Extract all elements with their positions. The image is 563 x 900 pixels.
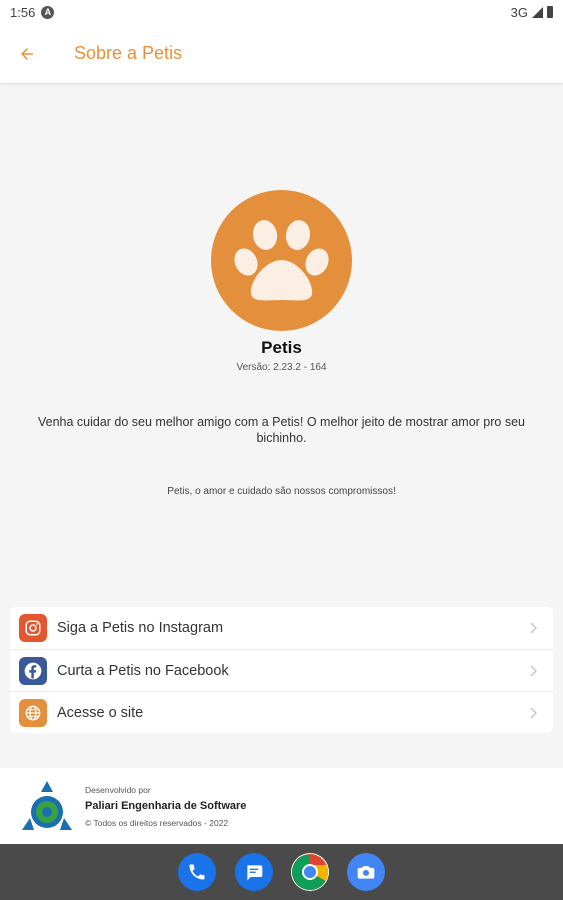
network-type: 3G xyxy=(510,4,528,20)
facebook-link[interactable]: Curta a Petis no Facebook xyxy=(10,649,553,691)
copyright-text: © Todos os direitos reservados - 2022 xyxy=(85,818,229,828)
website-link[interactable]: Acesse o site xyxy=(10,691,553,733)
app-version: Versão: 2.23.2 - 164 xyxy=(236,362,327,373)
instagram-link-label: Siga a Petis no Instagram xyxy=(57,620,224,636)
website-link-label: Acesse o site xyxy=(57,704,144,721)
app-bar: Sobre a Petis xyxy=(0,24,563,84)
page-title: Sobre a Petis xyxy=(74,43,183,63)
signal-icon xyxy=(532,6,543,18)
app-name: Petis xyxy=(261,338,302,357)
phone-icon[interactable] xyxy=(178,853,216,891)
app-logo xyxy=(211,190,352,331)
developer-footer: Desenvolvido por Paliari Engenharia de S… xyxy=(0,768,563,844)
a-icon: A xyxy=(41,5,55,19)
globe-icon xyxy=(19,698,47,727)
developer-caption: Desenvolvido por xyxy=(85,785,151,795)
chrome-icon[interactable] xyxy=(291,853,329,891)
status-bar: 1:56 A 3G xyxy=(0,0,563,24)
developer-company: Paliari Engenharia de Software xyxy=(85,800,247,812)
facebook-link-label: Curta a Petis no Facebook xyxy=(57,662,229,679)
paw-icon xyxy=(234,220,329,301)
arrow-left-icon xyxy=(21,47,33,60)
status-time: 1:56 xyxy=(10,4,36,20)
instagram-icon xyxy=(19,614,47,642)
battery-icon xyxy=(547,6,553,18)
links-card: Siga a Petis no Instagram Curta a Petis … xyxy=(10,607,553,733)
app-description: Venha cuidar do seu melhor amigo com a P… xyxy=(37,415,526,445)
app-slogan: Petis, o amor e cuidado são nossos compr… xyxy=(167,486,396,497)
camera-icon[interactable] xyxy=(347,853,385,891)
nav-bar xyxy=(0,844,563,900)
developer-logo xyxy=(22,781,72,830)
about-section: Petis Versão: 2.23.2 - 164 Venha cuidar … xyxy=(0,84,563,584)
back-button[interactable] xyxy=(0,24,54,84)
chevron-right-icon xyxy=(530,665,538,677)
instagram-link[interactable]: Siga a Petis no Instagram xyxy=(10,607,553,649)
chevron-right-icon xyxy=(530,622,538,634)
chevron-right-icon xyxy=(530,707,538,719)
facebook-icon xyxy=(19,656,47,685)
messages-icon[interactable] xyxy=(235,853,273,891)
